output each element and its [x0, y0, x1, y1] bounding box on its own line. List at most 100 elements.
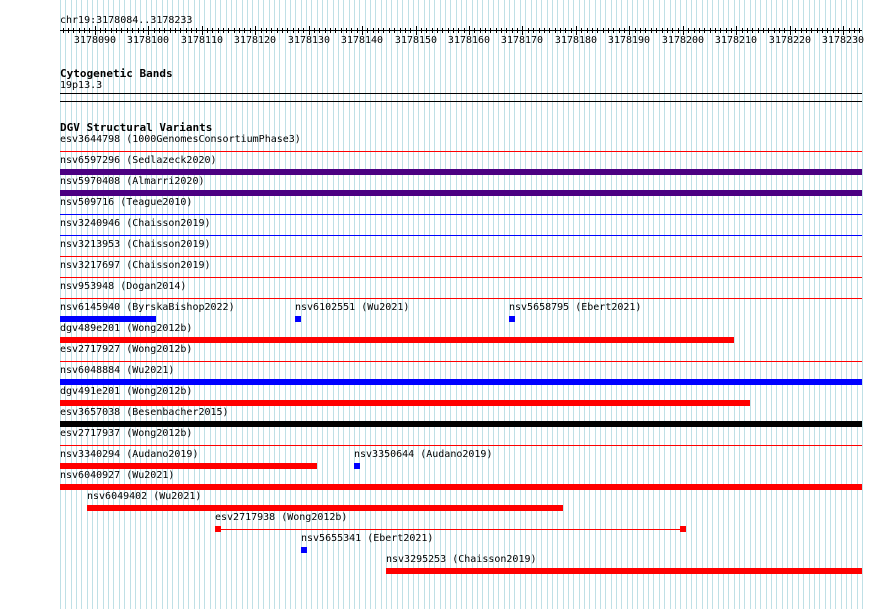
gridline — [744, 0, 745, 609]
row-separator-line — [60, 256, 862, 257]
variant-label[interactable]: nsv509716 (Teague2010) — [60, 197, 192, 209]
ruler-major-tick — [309, 26, 310, 35]
gridline — [670, 0, 671, 609]
ruler-minor-tick — [571, 28, 572, 33]
ruler-tick-label: 3178130 — [287, 35, 331, 46]
ruler-minor-tick — [63, 28, 64, 33]
variant-intron-line[interactable] — [215, 529, 686, 530]
variant-label[interactable]: nsv5970408 (Almarri2020) — [60, 176, 205, 188]
gridline — [418, 0, 419, 609]
ruler-minor-tick — [239, 28, 240, 33]
variant-label[interactable]: nsv3217697 (Chaisson2019) — [60, 260, 211, 272]
variant-label[interactable]: nsv6040927 (Wu2021) — [60, 470, 174, 482]
ruler-minor-tick — [485, 28, 486, 33]
variant-bar[interactable] — [60, 463, 317, 469]
ruler-minor-tick — [448, 28, 449, 33]
variant-label[interactable]: dgv491e201 (Wong2012b) — [60, 386, 192, 398]
ruler-minor-tick — [720, 28, 721, 33]
ruler-major-tick — [790, 26, 791, 35]
ruler-minor-tick — [180, 28, 181, 33]
variant-label[interactable]: esv3657038 (Besenbacher2015) — [60, 407, 229, 419]
gridline — [825, 0, 826, 609]
variant-bar[interactable] — [60, 379, 862, 385]
genome-browser-image[interactable]: chr19:3178084..3178233 3178090 3178100 317… — [0, 0, 890, 609]
ruler-tick-label: 3178140 — [340, 35, 384, 46]
variant-bar[interactable] — [60, 400, 750, 406]
cytoband-line-bottom — [60, 101, 862, 102]
ruler-minor-tick — [480, 28, 481, 33]
variant-label[interactable]: nsv6102551 (Wu2021) — [295, 302, 409, 314]
variant-label[interactable]: nsv6049402 (Wu2021) — [87, 491, 201, 503]
ruler-minor-tick — [154, 28, 155, 33]
variant-bar[interactable] — [87, 505, 563, 511]
ruler-minor-tick — [330, 28, 331, 33]
variant-label[interactable]: nsv5655341 (Ebert2021) — [301, 533, 433, 545]
variant-label[interactable]: dgv489e201 (Wong2012b) — [60, 323, 192, 335]
ruler-minor-tick — [817, 28, 818, 33]
variant-label[interactable]: esv2717937 (Wong2012b) — [60, 428, 192, 440]
variant-point-marker[interactable] — [301, 547, 307, 553]
gridline — [712, 0, 713, 609]
variant-label[interactable]: esv3644798 (1000GenomesConsortiumPhase3) — [60, 134, 301, 146]
variant-label[interactable]: nsv5658795 (Ebert2021) — [509, 302, 641, 314]
gridline — [498, 0, 499, 609]
variant-label[interactable]: esv2717927 (Wong2012b) — [60, 344, 192, 356]
gridline — [814, 0, 815, 609]
gridline — [429, 0, 430, 609]
variant-block[interactable] — [680, 526, 686, 532]
variant-point-marker[interactable] — [354, 463, 360, 469]
cytoband-line-top — [60, 93, 862, 94]
gridline — [680, 0, 681, 609]
ruler-minor-tick — [458, 28, 459, 33]
ruler-minor-tick — [314, 28, 315, 33]
variant-label[interactable]: nsv3240946 (Chaisson2019) — [60, 218, 211, 230]
ruler-minor-tick — [228, 28, 229, 33]
variant-bar[interactable] — [386, 568, 862, 574]
ruler-minor-tick — [763, 28, 764, 33]
ruler-minor-tick — [758, 28, 759, 33]
variant-bar[interactable] — [60, 421, 862, 427]
gridline — [846, 0, 847, 609]
ruler-minor-tick — [223, 28, 224, 33]
gridline — [434, 0, 435, 609]
ruler-minor-tick — [544, 28, 545, 33]
variant-bar[interactable] — [60, 337, 734, 343]
gridline — [466, 0, 467, 609]
variant-bar[interactable] — [60, 316, 156, 322]
variant-label[interactable]: nsv3295253 (Chaisson2019) — [386, 554, 537, 566]
gridline — [723, 0, 724, 609]
row-separator-line — [60, 235, 862, 236]
ruler-minor-tick — [325, 28, 326, 33]
variant-label[interactable]: nsv3350644 (Audano2019) — [354, 449, 492, 461]
ruler-tick-label: 3178110 — [180, 35, 224, 46]
variant-label[interactable]: nsv6597296 (Sedlazeck2020) — [60, 155, 217, 167]
variant-bar[interactable] — [60, 190, 862, 196]
gridline — [686, 0, 687, 609]
ruler-minor-tick — [212, 28, 213, 33]
variant-label[interactable]: nsv3213953 (Chaisson2019) — [60, 239, 211, 251]
variant-label[interactable]: nsv3340294 (Audano2019) — [60, 449, 198, 461]
ruler-minor-tick — [528, 28, 529, 33]
ruler-minor-tick — [437, 28, 438, 33]
ruler-minor-tick — [453, 28, 454, 33]
variant-bar[interactable] — [60, 484, 862, 490]
ruler-minor-tick — [651, 28, 652, 33]
ruler-minor-tick — [164, 28, 165, 33]
variant-point-marker[interactable] — [295, 316, 301, 322]
variant-label[interactable]: nsv953948 (Dogan2014) — [60, 281, 186, 293]
variant-label[interactable]: nsv6048884 (Wu2021) — [60, 365, 174, 377]
ruler-minor-tick — [512, 28, 513, 33]
variant-bar[interactable] — [60, 169, 862, 175]
variant-block[interactable] — [215, 526, 221, 532]
ruler-minor-tick — [421, 28, 422, 33]
gridline — [851, 0, 852, 609]
ruler-minor-tick — [170, 28, 171, 33]
variant-label[interactable]: nsv6145940 (ByrskaBishop2022) — [60, 302, 235, 314]
gridline — [734, 0, 735, 609]
variant-point-marker[interactable] — [509, 316, 515, 322]
dgv-track-title: DGV Structural Variants — [60, 121, 213, 134]
ruler-minor-tick — [410, 28, 411, 33]
ruler-major-tick — [683, 26, 684, 35]
ruler-minor-tick — [68, 28, 69, 33]
variant-label[interactable]: esv2717938 (Wong2012b) — [215, 512, 347, 524]
